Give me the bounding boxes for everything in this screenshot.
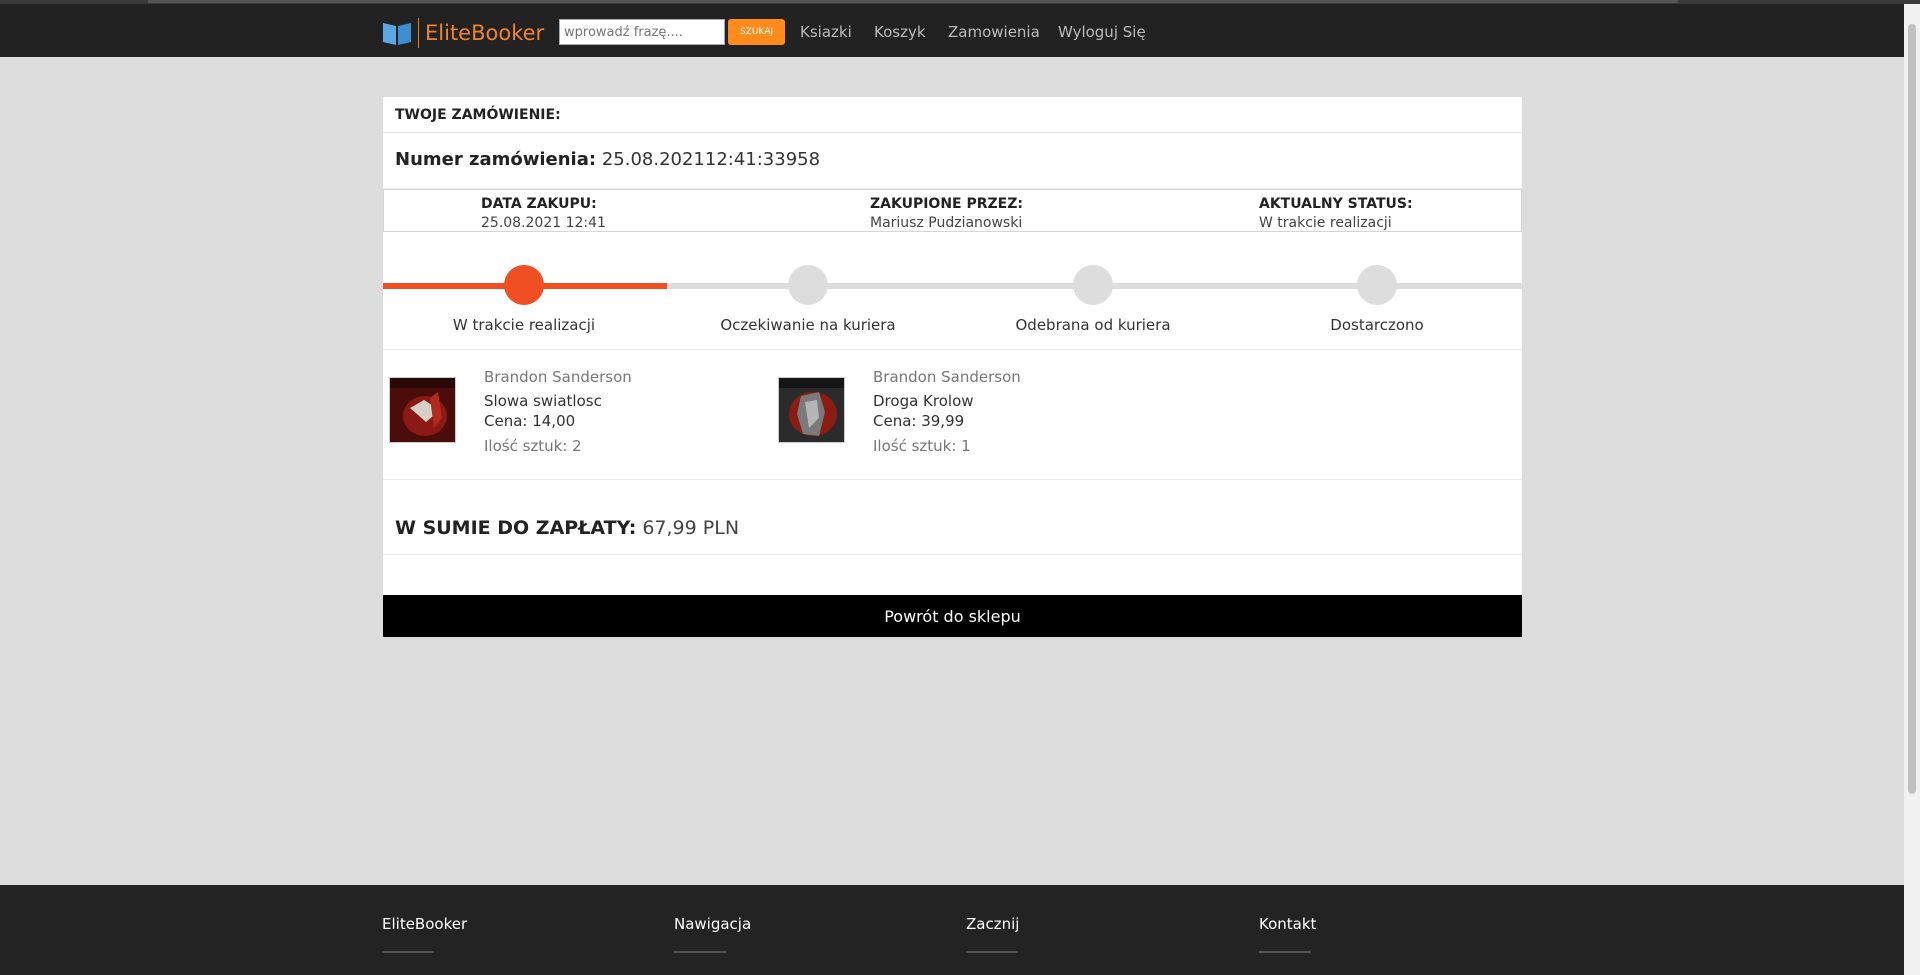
info-title: AKTUALNY STATUS: — [1259, 196, 1413, 212]
order-number-value: 25.08.202112:41:33958 — [601, 149, 821, 170]
item-price: Cena: 39,99 — [873, 412, 965, 430]
footer-column: Nawigacja — [674, 915, 751, 953]
info-value: Mariusz Pudzianowski — [870, 215, 1023, 231]
footer-heading: Nawigacja — [674, 915, 752, 933]
info-purchase-date: DATA ZAKUPU: 25.08.2021 12:41 — [481, 196, 606, 231]
order-header: TWOJE ZAMÓWIENIE: — [383, 97, 1522, 133]
order-item: Brandon Sanderson Slowa swiatlosc Cena: … — [389, 363, 769, 463]
back-to-shop-button[interactable]: Powrót do sklepu — [383, 595, 1522, 637]
total-value: 67,99 PLN — [642, 517, 740, 539]
item-title: Droga Krolow — [873, 392, 974, 410]
step-label: Dostarczono — [1330, 316, 1424, 334]
navbar: EliteBooker SZUKAJ Ksiazki Koszyk Zamowi… — [0, 4, 1904, 57]
brand-separator — [418, 18, 419, 48]
order-number: Numer zamówienia: 25.08.202112:41:33958 — [395, 149, 820, 170]
step-label: W trakcie realizacji — [452, 316, 596, 334]
divider — [383, 349, 1522, 350]
order-progress-tracker: W trakcie realizacji Oczekiwanie na kuri… — [383, 257, 1522, 337]
step-dot-in-progress — [504, 265, 544, 305]
page-scrollbar[interactable] — [1904, 4, 1920, 975]
step-dot-delivered — [1357, 265, 1397, 305]
footer-heading: Zacznij — [966, 915, 1020, 933]
brand-logo-link[interactable]: EliteBooker — [382, 18, 544, 48]
item-price: Cena: 14,00 — [484, 412, 576, 430]
book-cover-image — [778, 377, 845, 443]
book-cover-image — [389, 377, 456, 443]
item-author: Brandon Sanderson — [484, 368, 632, 386]
nav-link-koszyk[interactable]: Koszyk — [874, 23, 926, 41]
order-item: Brandon Sanderson Droga Krolow Cena: 39,… — [778, 363, 1158, 463]
scrollbar-thumb[interactable] — [1908, 24, 1916, 794]
item-title: Slowa swiatlosc — [484, 392, 602, 410]
footer-underline — [1259, 951, 1311, 953]
nav-link-wyloguj[interactable]: Wyloguj Się — [1058, 23, 1146, 41]
footer: EliteBooker Nawigacja Zacznij Kontakt — [0, 885, 1904, 975]
item-quantity: Ilość sztuk: 2 — [484, 437, 582, 455]
info-title: DATA ZAKUPU: — [481, 196, 597, 212]
order-card: TWOJE ZAMÓWIENIE: Numer zamówienia: 25.0… — [383, 97, 1522, 637]
nav-link-ksiazki[interactable]: Ksiazki — [800, 23, 852, 41]
info-title: ZAKUPIONE PRZEZ: — [870, 196, 1023, 212]
browser-tab-bar — [148, 0, 1678, 3]
search-input[interactable] — [559, 19, 725, 45]
order-number-label: Numer zamówienia: — [395, 149, 597, 170]
info-value: W trakcie realizacji — [1259, 215, 1392, 231]
step-dot-picked-up — [1073, 265, 1113, 305]
info-value: 25.08.2021 12:41 — [481, 215, 606, 231]
order-header-title: TWOJE ZAMÓWIENIE: — [395, 107, 561, 123]
book-icon — [382, 20, 412, 46]
divider — [383, 479, 1522, 480]
footer-underline — [966, 951, 1018, 953]
footer-heading: EliteBooker — [382, 915, 468, 933]
footer-underline — [382, 951, 434, 953]
order-info-box: DATA ZAKUPU: 25.08.2021 12:41 ZAKUPIONE … — [383, 189, 1522, 232]
search-button[interactable]: SZUKAJ — [728, 19, 785, 45]
item-quantity: Ilość sztuk: 1 — [873, 437, 971, 455]
divider — [383, 554, 1522, 555]
order-total: W SUMIE DO ZAPŁATY: 67,99 PLN — [395, 517, 739, 539]
total-label: W SUMIE DO ZAPŁATY: — [395, 517, 637, 539]
footer-underline — [674, 951, 726, 953]
info-current-status: AKTUALNY STATUS: W trakcie realizacji — [1259, 196, 1413, 231]
brand-name: EliteBooker — [425, 21, 545, 45]
step-dot-awaiting-courier — [788, 265, 828, 305]
info-purchased-by: ZAKUPIONE PRZEZ: Mariusz Pudzianowski — [870, 196, 1023, 231]
footer-heading: Kontakt — [1259, 915, 1317, 933]
step-label: Odebrana od kuriera — [1015, 316, 1171, 334]
footer-column: Kontakt — [1259, 915, 1316, 953]
footer-column: Zacznij — [966, 915, 1019, 953]
nav-link-zamowienia[interactable]: Zamowienia — [948, 23, 1040, 41]
item-author: Brandon Sanderson — [873, 368, 1021, 386]
footer-column: EliteBooker — [382, 915, 467, 953]
step-label: Oczekiwanie na kuriera — [720, 316, 896, 334]
